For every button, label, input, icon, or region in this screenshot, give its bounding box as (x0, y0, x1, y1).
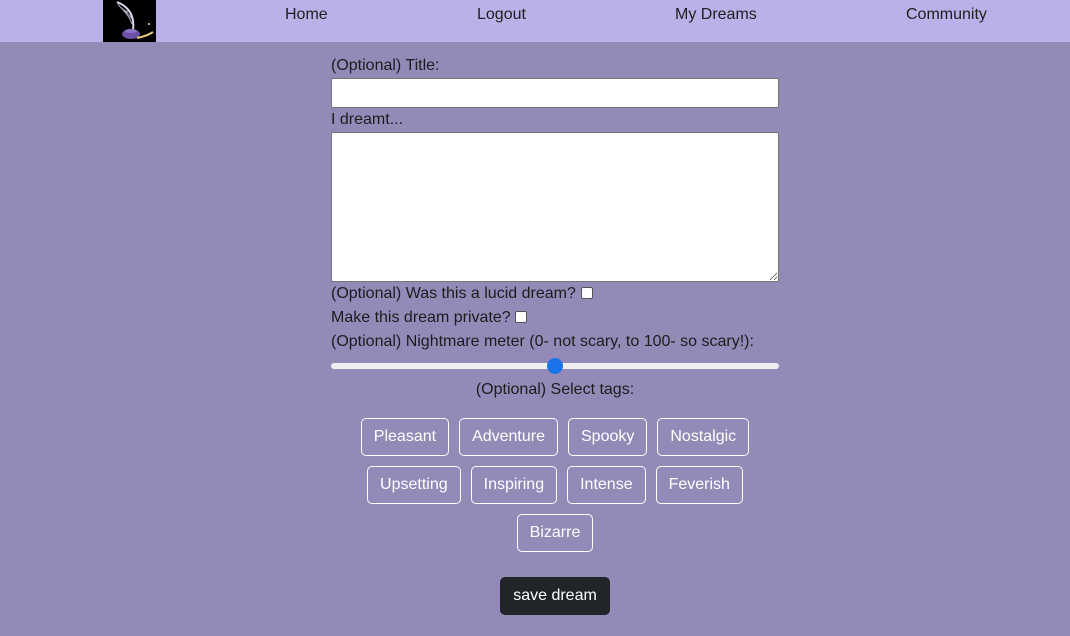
quill-inkwell-icon (103, 0, 156, 42)
dream-textarea[interactable] (331, 132, 779, 282)
tag-spooky-button[interactable]: Spooky (568, 418, 648, 456)
private-label: Make this dream private? (331, 309, 511, 326)
title-input[interactable] (331, 78, 779, 108)
lucid-label: (Optional) Was this a lucid dream? (331, 285, 576, 302)
nav-logout-link[interactable]: Logout (477, 6, 526, 24)
nav-my-dreams-link[interactable]: My Dreams (675, 6, 757, 24)
tag-feverish-button[interactable]: Feverish (655, 466, 743, 504)
navbar: Home Logout My Dreams Community (0, 0, 1070, 42)
title-label: (Optional) Title: (331, 57, 440, 74)
tag-upsetting-button[interactable]: Upsetting (367, 466, 461, 504)
tag-bizarre-button[interactable]: Bizarre (516, 514, 594, 552)
tag-row: Bizarre (331, 514, 779, 552)
tag-intense-button[interactable]: Intense (567, 466, 646, 504)
tag-adventure-button[interactable]: Adventure (459, 418, 558, 456)
tag-row: Pleasant Adventure Spooky Nostalgic (331, 418, 779, 456)
save-dream-button[interactable]: save dream (500, 577, 610, 615)
slider-thumb[interactable] (547, 358, 563, 374)
private-checkbox[interactable] (515, 311, 527, 323)
tag-row: Upsetting Inspiring Intense Feverish (331, 466, 779, 504)
nightmare-slider[interactable] (331, 358, 779, 374)
lucid-checkbox[interactable] (581, 287, 593, 299)
tag-nostalgic-button[interactable]: Nostalgic (657, 418, 750, 456)
nightmare-label: (Optional) Nightmare meter (0- not scary… (331, 333, 754, 350)
dream-label: I dreamt... (331, 111, 404, 128)
tags-label: (Optional) Select tags: (475, 381, 635, 398)
quill-inkwell-logo-icon[interactable] (103, 0, 156, 42)
nav-community-link[interactable]: Community (906, 6, 987, 24)
nav-home-link[interactable]: Home (285, 6, 328, 24)
tag-pleasant-button[interactable]: Pleasant (360, 418, 450, 456)
tag-inspiring-button[interactable]: Inspiring (470, 466, 558, 504)
